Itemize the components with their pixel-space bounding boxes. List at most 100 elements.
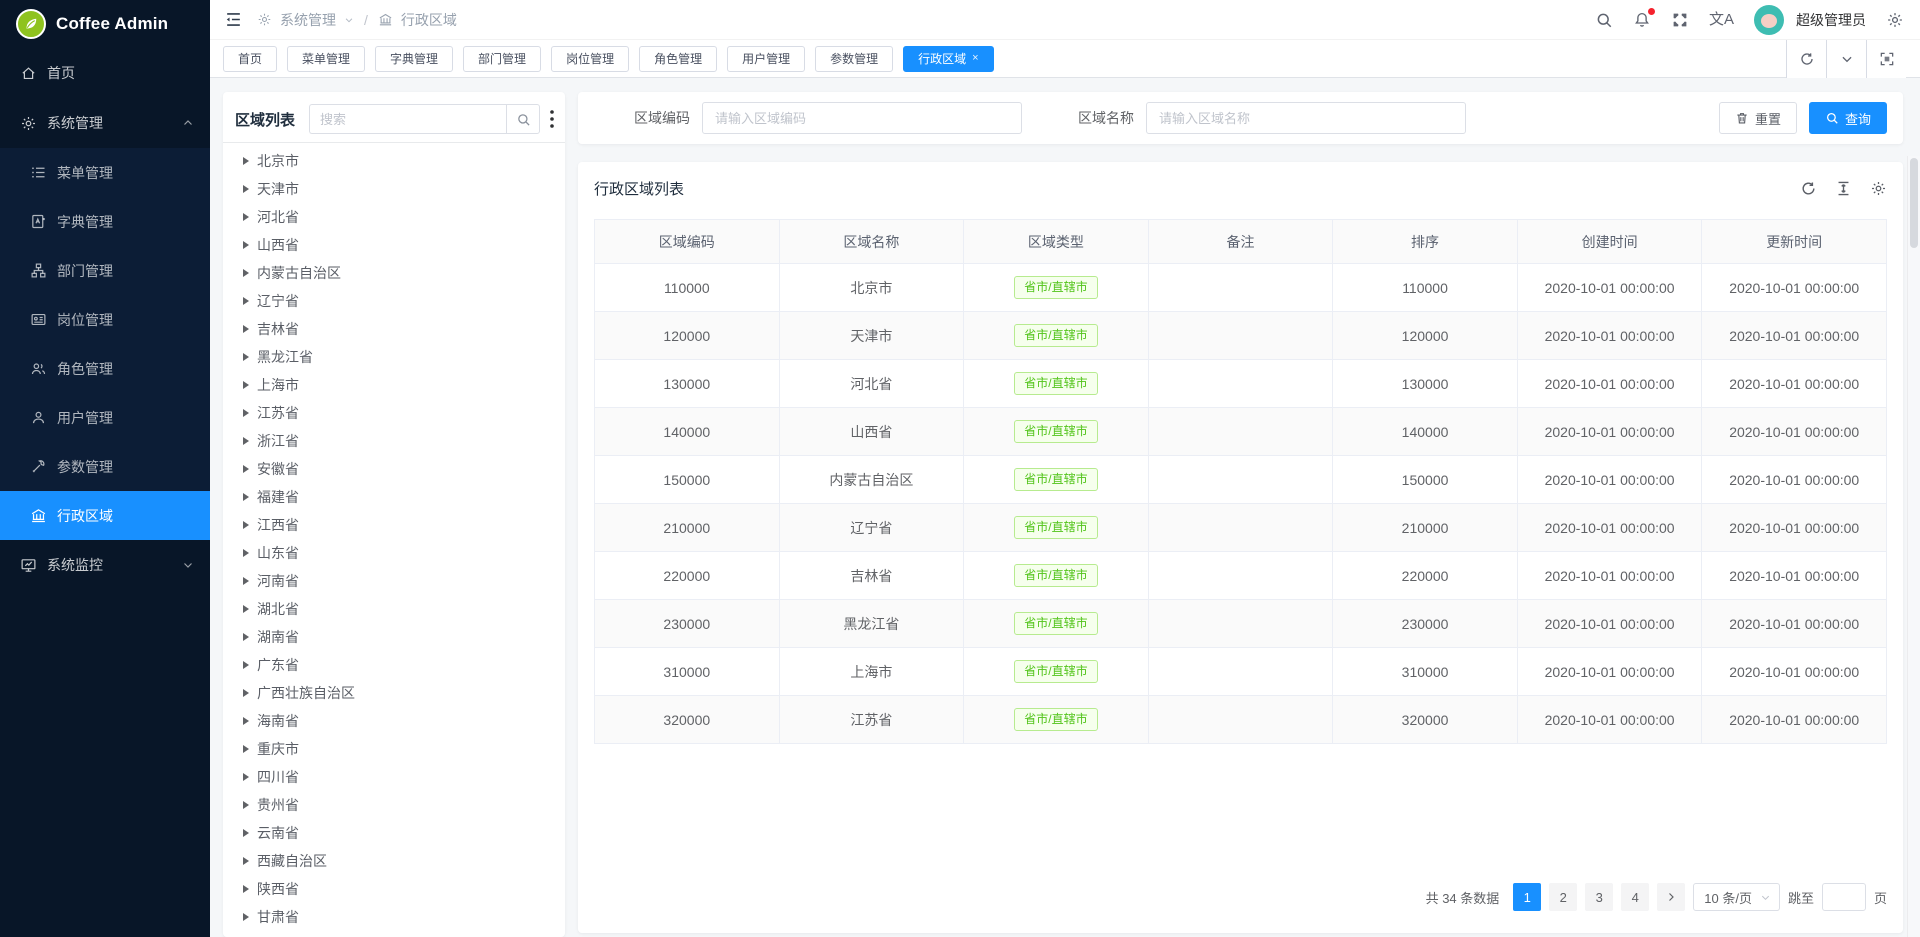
table-row[interactable]: 150000内蒙古自治区省市/直辖市1500002020-10-01 00:00… — [595, 456, 1887, 504]
next-page-button[interactable] — [1657, 883, 1685, 911]
tree-item-四川省[interactable]: 四川省 — [235, 763, 553, 791]
settings-gear-icon[interactable] — [1886, 11, 1904, 29]
tree-item-重庆市[interactable]: 重庆市 — [235, 735, 553, 763]
tree-item-青海省[interactable]: 青海省 — [235, 931, 553, 937]
tree-item-辽宁省[interactable]: 辽宁省 — [235, 287, 553, 315]
caret-right-icon[interactable] — [243, 409, 249, 417]
tree-search-input[interactable] — [309, 104, 506, 134]
tab-list-chevron-icon[interactable] — [1826, 40, 1866, 78]
tree-item-上海市[interactable]: 上海市 — [235, 371, 553, 399]
caret-right-icon[interactable] — [243, 717, 249, 725]
row-density-icon[interactable] — [1835, 180, 1852, 197]
jump-page-input[interactable] — [1822, 883, 1866, 911]
region-code-input[interactable] — [702, 102, 1022, 134]
tab-参数管理[interactable]: 参数管理 — [815, 46, 893, 72]
caret-right-icon[interactable] — [243, 381, 249, 389]
avatar[interactable] — [1754, 5, 1784, 35]
table-row[interactable]: 120000天津市省市/直辖市1200002020-10-01 00:00:00… — [595, 312, 1887, 360]
tab-用户管理[interactable]: 用户管理 — [727, 46, 805, 72]
search-icon[interactable] — [1595, 11, 1613, 29]
caret-right-icon[interactable] — [243, 157, 249, 165]
tree-item-浙江省[interactable]: 浙江省 — [235, 427, 553, 455]
region-name-input[interactable] — [1146, 102, 1466, 134]
tree-more-menu-icon[interactable] — [548, 108, 556, 130]
caret-right-icon[interactable] — [243, 437, 249, 445]
tree-item-山东省[interactable]: 山东省 — [235, 539, 553, 567]
caret-right-icon[interactable] — [243, 325, 249, 333]
caret-right-icon[interactable] — [243, 297, 249, 305]
caret-right-icon[interactable] — [243, 213, 249, 221]
maximize-view-icon[interactable] — [1866, 40, 1906, 78]
tree-item-湖南省[interactable]: 湖南省 — [235, 623, 553, 651]
table-row[interactable]: 110000北京市省市/直辖市1100002020-10-01 00:00:00… — [595, 264, 1887, 312]
tree-item-甘肃省[interactable]: 甘肃省 — [235, 903, 553, 931]
table-row[interactable]: 320000江苏省省市/直辖市3200002020-10-01 00:00:00… — [595, 696, 1887, 744]
tree-item-湖北省[interactable]: 湖北省 — [235, 595, 553, 623]
caret-right-icon[interactable] — [243, 549, 249, 557]
tree-item-黑龙江省[interactable]: 黑龙江省 — [235, 343, 553, 371]
caret-right-icon[interactable] — [243, 521, 249, 529]
tree-item-天津市[interactable]: 天津市 — [235, 175, 553, 203]
tree-item-陕西省[interactable]: 陕西省 — [235, 875, 553, 903]
tree-item-北京市[interactable]: 北京市 — [235, 147, 553, 175]
tab-菜单管理[interactable]: 菜单管理 — [287, 46, 365, 72]
caret-right-icon[interactable] — [243, 913, 249, 921]
caret-right-icon[interactable] — [243, 353, 249, 361]
tree-item-云南省[interactable]: 云南省 — [235, 819, 553, 847]
caret-right-icon[interactable] — [243, 633, 249, 641]
tab-首页[interactable]: 首页 — [223, 46, 277, 72]
page-button-2[interactable]: 2 — [1549, 883, 1577, 911]
tab-岗位管理[interactable]: 岗位管理 — [551, 46, 629, 72]
table-row[interactable]: 220000吉林省省市/直辖市2200002020-10-01 00:00:00… — [595, 552, 1887, 600]
tree-item-福建省[interactable]: 福建省 — [235, 483, 553, 511]
tree-item-内蒙古自治区[interactable]: 内蒙古自治区 — [235, 259, 553, 287]
breadcrumb-root[interactable]: 系统管理 — [280, 10, 336, 30]
close-tab-icon[interactable]: × — [972, 53, 978, 64]
refresh-tab-icon[interactable] — [1786, 40, 1826, 78]
caret-right-icon[interactable] — [243, 801, 249, 809]
scrollbar-thumb[interactable] — [1910, 158, 1918, 248]
caret-right-icon[interactable] — [243, 269, 249, 277]
caret-right-icon[interactable] — [243, 885, 249, 893]
caret-right-icon[interactable] — [243, 773, 249, 781]
refresh-table-icon[interactable] — [1800, 180, 1817, 197]
table-row[interactable]: 140000山西省省市/直辖市1400002020-10-01 00:00:00… — [595, 408, 1887, 456]
table-row[interactable]: 130000河北省省市/直辖市1300002020-10-01 00:00:00… — [595, 360, 1887, 408]
sidebar-item-用户管理[interactable]: 用户管理 — [0, 393, 210, 442]
tree-item-西藏自治区[interactable]: 西藏自治区 — [235, 847, 553, 875]
page-button-4[interactable]: 4 — [1621, 883, 1649, 911]
tree-search-button[interactable] — [506, 104, 540, 134]
user-name[interactable]: 超级管理员 — [1796, 10, 1866, 30]
column-settings-gear-icon[interactable] — [1870, 180, 1887, 197]
caret-right-icon[interactable] — [243, 577, 249, 585]
tree-item-安徽省[interactable]: 安徽省 — [235, 455, 553, 483]
sidebar-item-角色管理[interactable]: 角色管理 — [0, 344, 210, 393]
tree-item-广东省[interactable]: 广东省 — [235, 651, 553, 679]
notification-bell-icon[interactable] — [1633, 11, 1651, 29]
tree-item-吉林省[interactable]: 吉林省 — [235, 315, 553, 343]
page-button-3[interactable]: 3 — [1585, 883, 1613, 911]
page-button-1[interactable]: 1 — [1513, 883, 1541, 911]
tree-item-海南省[interactable]: 海南省 — [235, 707, 553, 735]
sidebar-item-部门管理[interactable]: 部门管理 — [0, 246, 210, 295]
sidebar-item-系统监控[interactable]: 系统监控 — [0, 540, 210, 590]
fullscreen-icon[interactable] — [1671, 11, 1689, 29]
sidebar-item-菜单管理[interactable]: 菜单管理 — [0, 148, 210, 197]
caret-right-icon[interactable] — [243, 185, 249, 193]
tree-item-贵州省[interactable]: 贵州省 — [235, 791, 553, 819]
vertical-scrollbar[interactable] — [1907, 156, 1920, 937]
caret-right-icon[interactable] — [243, 661, 249, 669]
caret-right-icon[interactable] — [243, 493, 249, 501]
sidebar-item-岗位管理[interactable]: 岗位管理 — [0, 295, 210, 344]
caret-right-icon[interactable] — [243, 829, 249, 837]
caret-right-icon[interactable] — [243, 689, 249, 697]
translate-icon[interactable]: 文A — [1709, 12, 1734, 27]
sidebar-item-首页[interactable]: 首页 — [0, 48, 210, 98]
caret-right-icon[interactable] — [243, 745, 249, 753]
tab-行政区域[interactable]: 行政区域× — [903, 46, 993, 72]
tree-item-江西省[interactable]: 江西省 — [235, 511, 553, 539]
tree-item-河南省[interactable]: 河南省 — [235, 567, 553, 595]
sidebar-item-系统管理[interactable]: 系统管理 — [0, 98, 210, 148]
caret-right-icon[interactable] — [243, 605, 249, 613]
caret-right-icon[interactable] — [243, 465, 249, 473]
